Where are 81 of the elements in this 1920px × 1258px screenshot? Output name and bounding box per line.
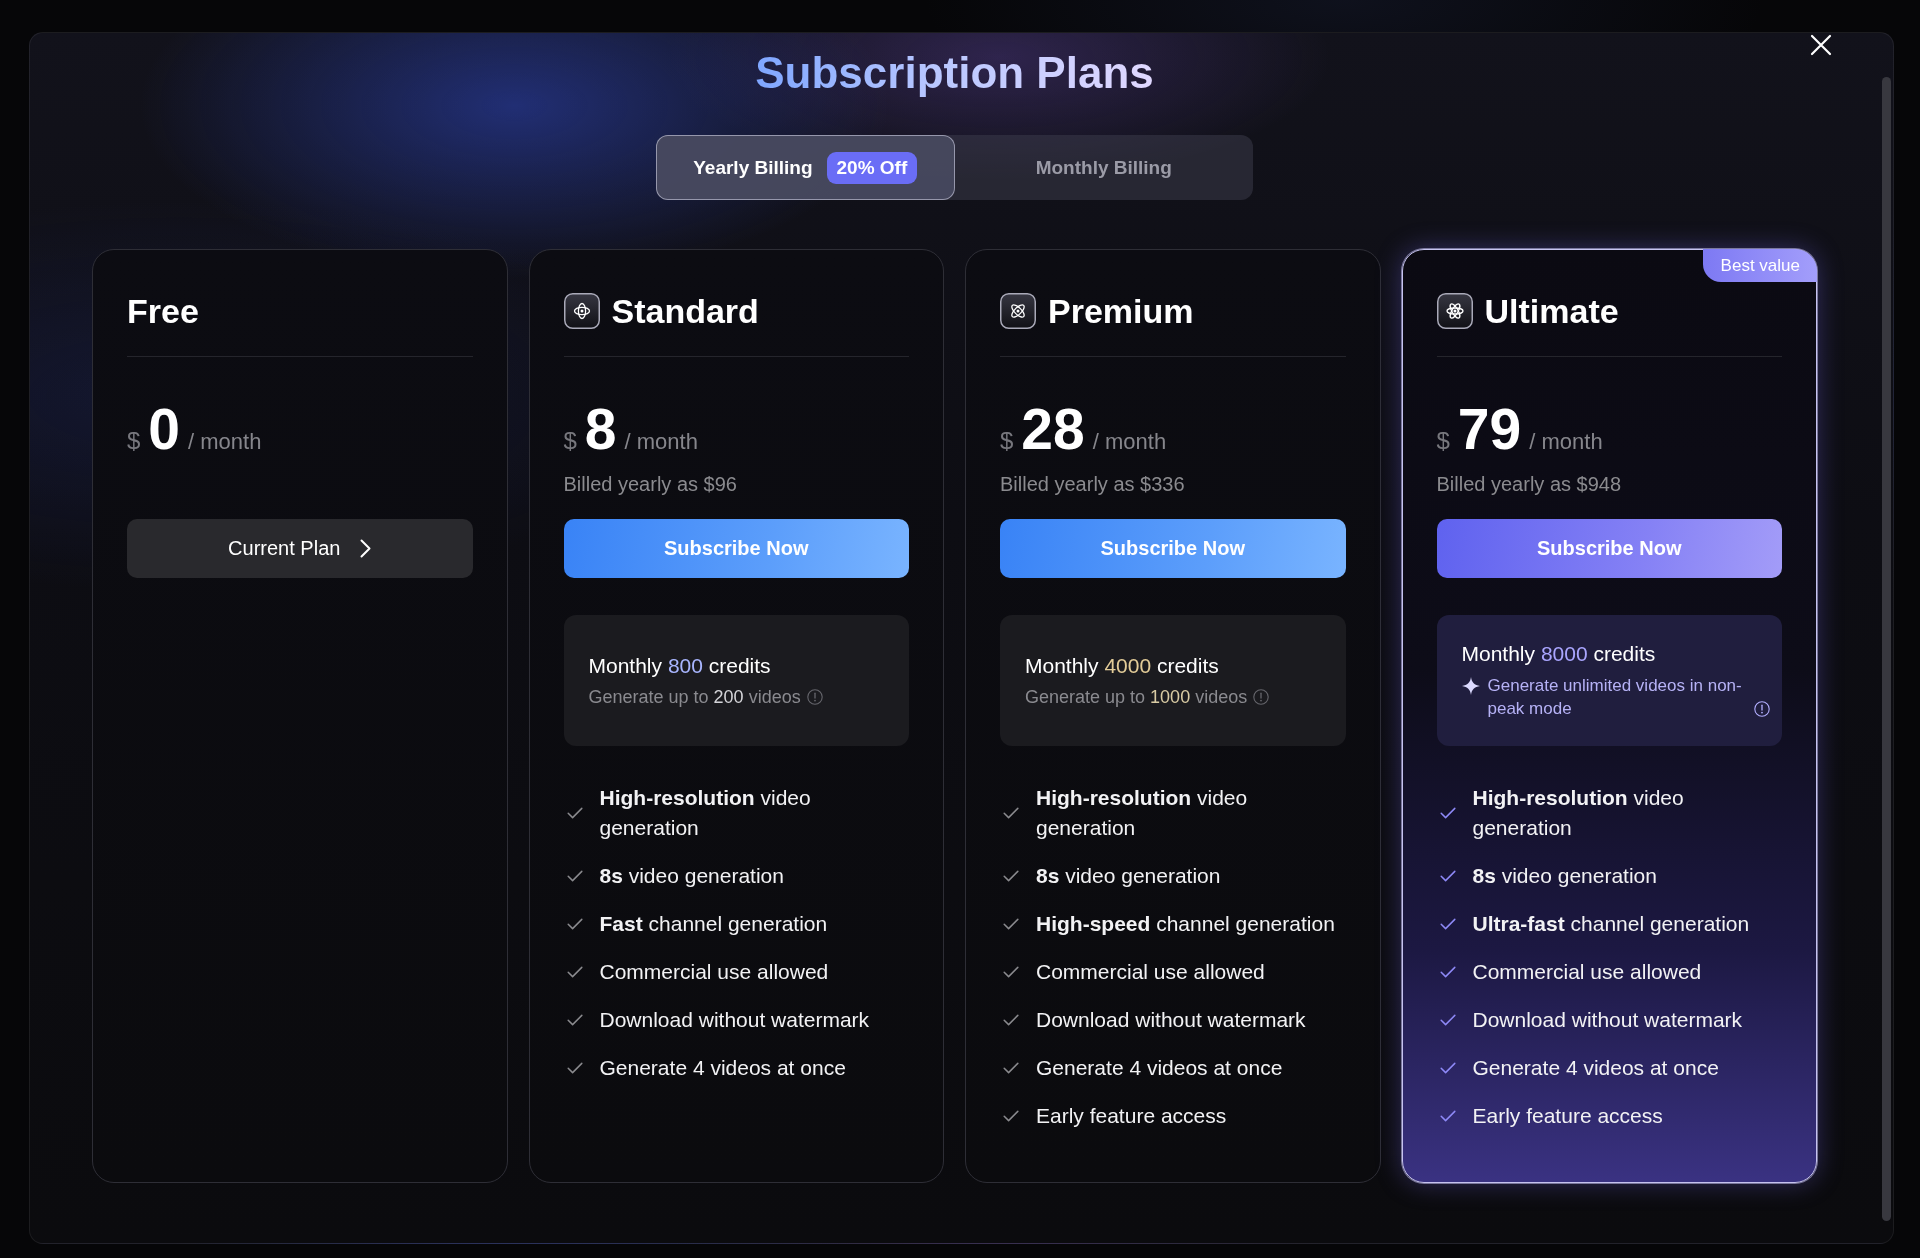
- feature-text: Generate 4 videos at once: [1036, 1055, 1283, 1081]
- plan-name: Premium: [1048, 291, 1194, 331]
- best-value-badge: Best value: [1702, 249, 1817, 282]
- feature-text: Download without watermark: [1036, 1007, 1306, 1033]
- currency-symbol: $: [1000, 427, 1014, 455]
- sparkle-icon: [1461, 677, 1480, 695]
- feature-text: Ultra-fast channel generation: [1472, 911, 1750, 937]
- check-icon: [1439, 1062, 1456, 1074]
- feature-text: Generate 4 videos at once: [599, 1055, 846, 1081]
- check-icon: [1439, 1014, 1456, 1026]
- check-icon: [566, 1062, 583, 1074]
- credits-text: Monthly 800 credits: [588, 653, 772, 679]
- subscribe-button[interactable]: Subscribe Now: [1436, 519, 1782, 578]
- feature-text: 8s video generation: [1036, 863, 1221, 889]
- check-icon: [1003, 966, 1019, 978]
- atom-icon: [1000, 293, 1036, 329]
- feature-text: Early feature access: [1036, 1103, 1227, 1129]
- feature-text: Commercial use allowed: [599, 959, 829, 985]
- atom-icon: [1436, 293, 1473, 329]
- feature-text: Download without watermark: [1472, 1007, 1743, 1033]
- subscribe-button[interactable]: Subscribe Now: [563, 519, 909, 578]
- feature-text: Commercial use allowed: [1036, 959, 1265, 985]
- plan-name: Ultimate: [1484, 291, 1619, 331]
- discount-badge: 20% Off: [826, 151, 918, 184]
- check-icon: [1003, 1062, 1019, 1074]
- check-icon: [1439, 1110, 1456, 1122]
- credits-text: Monthly 4000 credits: [1025, 653, 1220, 679]
- price-amount: 28: [1021, 399, 1085, 459]
- currency-symbol: $: [1436, 427, 1450, 455]
- check-icon: [566, 918, 583, 930]
- check-icon: [566, 807, 583, 819]
- billing-note: Billed yearly as $948: [1436, 472, 1623, 496]
- credits-note: Generate up to 1000 videos: [1025, 686, 1248, 708]
- check-icon: [1439, 918, 1456, 930]
- price-period: / month: [188, 429, 262, 455]
- subscribe-button[interactable]: Subscribe Now: [1000, 519, 1346, 578]
- check-icon: [1439, 966, 1456, 978]
- price-amount: 8: [584, 399, 617, 459]
- feature-text: Generate 4 videos at once: [1472, 1055, 1719, 1081]
- billing-tab[interactable]: Yearly Billing 20% Off: [656, 135, 955, 200]
- check-icon: [1439, 870, 1456, 882]
- price-amount: 79: [1457, 399, 1522, 459]
- feature-text: Download without watermark: [599, 1007, 870, 1033]
- feature-text: Early feature access: [1472, 1103, 1663, 1129]
- close-icon[interactable]: [1810, 34, 1832, 56]
- price-period: / month: [1092, 429, 1167, 455]
- credits-text: Monthly 8000 credits: [1461, 641, 1657, 667]
- check-icon: [566, 870, 583, 882]
- feature-text: High-resolution video generation: [1472, 785, 1685, 841]
- check-icon: [1003, 1110, 1019, 1122]
- currency-symbol: $: [127, 427, 141, 455]
- orbit-icon: [563, 293, 600, 329]
- plan-name: Standard: [611, 291, 759, 331]
- plan-name: Free: [127, 291, 199, 331]
- check-icon: [566, 1014, 583, 1026]
- check-icon: [1003, 870, 1019, 882]
- price-period: / month: [624, 429, 698, 455]
- check-icon: [566, 966, 583, 978]
- info-icon[interactable]: [1754, 701, 1770, 717]
- currency-symbol: $: [563, 427, 577, 455]
- check-icon: [1003, 918, 1019, 930]
- billing-note: Billed yearly as $96: [563, 472, 738, 496]
- check-icon: [1003, 1014, 1019, 1026]
- price-amount: 0: [148, 399, 181, 459]
- current-plan-button[interactable]: Current Plan: [127, 519, 473, 578]
- billing-tab[interactable]: Monthly Billing: [954, 135, 1253, 200]
- feature-text: 8s video generation: [1472, 863, 1657, 889]
- check-icon: [1003, 807, 1019, 819]
- chevron-right-icon: [360, 539, 372, 558]
- check-icon: [1439, 807, 1456, 819]
- feature-text: High-resolution video generation: [599, 785, 812, 841]
- feature-text: High-speed channel generation: [1036, 911, 1335, 937]
- scrollbar[interactable]: [1882, 77, 1891, 1221]
- feature-text: Fast channel generation: [599, 911, 828, 937]
- credits-note: Generate unlimited videos in non-peak mode: [1487, 675, 1743, 720]
- feature-text: Commercial use allowed: [1472, 959, 1702, 985]
- price-period: / month: [1529, 429, 1603, 455]
- billing-note: Billed yearly as $336: [1000, 472, 1186, 496]
- feature-text: 8s video generation: [599, 863, 784, 889]
- credits-note: Generate up to 200 videos: [588, 686, 801, 708]
- feature-text: High-resolution video generation: [1036, 785, 1249, 841]
